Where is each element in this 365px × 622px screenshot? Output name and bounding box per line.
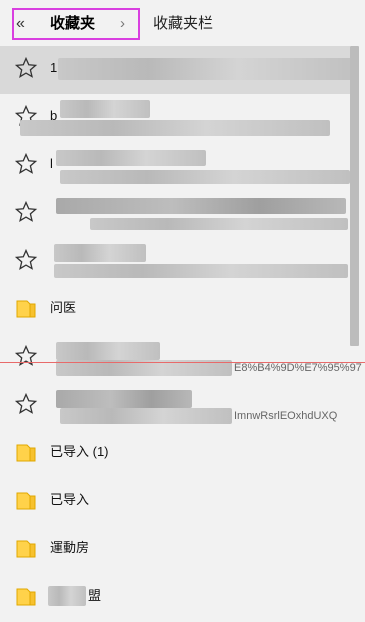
- redacted-text: [20, 120, 330, 136]
- favorites-list: 1 b l 问医 E8%B4%9D%E7%95%97 ImnwRsrlEOxhd…: [0, 46, 365, 620]
- breadcrumb-favorites[interactable]: 收藏夹: [50, 14, 95, 34]
- folder-icon: [16, 444, 36, 462]
- favorite-url-tail: ImnwRsrlEOxhdUXQ: [234, 410, 338, 422]
- favorites-header: « 收藏夹 › 收藏夹栏: [0, 0, 365, 50]
- favorite-title: l: [50, 156, 53, 171]
- favorite-item[interactable]: [0, 190, 350, 238]
- redacted-text: [56, 390, 192, 408]
- folder-icon: [16, 300, 36, 318]
- divider-line: [0, 362, 365, 363]
- folder-name: 已导入: [50, 492, 90, 507]
- favorite-item[interactable]: ImnwRsrlEOxhdUXQ: [0, 382, 350, 430]
- redacted-text: [58, 58, 358, 80]
- redacted-text: [60, 170, 350, 184]
- favorite-url-tail: E8%B4%9D%E7%95%97: [234, 362, 362, 374]
- folder-icon: [16, 492, 36, 510]
- scrollbar[interactable]: [350, 46, 359, 346]
- folder-name: 问医: [50, 300, 77, 315]
- folder-name: 已导入 (1): [50, 444, 109, 459]
- favorite-folder[interactable]: 運動房: [0, 526, 350, 574]
- star-icon: [14, 248, 38, 270]
- star-icon: [14, 200, 38, 222]
- redacted-text: [56, 342, 160, 360]
- favorite-folder[interactable]: 盟: [0, 574, 350, 622]
- star-icon: [14, 56, 38, 78]
- folder-name: 盟: [88, 588, 102, 603]
- favorite-item[interactable]: b: [0, 94, 350, 142]
- redacted-text: [54, 244, 146, 262]
- favorite-folder[interactable]: 问医: [0, 286, 350, 334]
- folder-icon: [16, 588, 36, 606]
- star-icon: [14, 344, 38, 366]
- folder-icon: [16, 540, 36, 558]
- folder-name: 運動房: [50, 540, 90, 555]
- star-icon: [14, 152, 38, 174]
- favorite-item[interactable]: E8%B4%9D%E7%95%97: [0, 334, 362, 382]
- redacted-text: [60, 408, 232, 424]
- redacted-text: [56, 198, 346, 214]
- redacted-text: [60, 100, 150, 118]
- favorite-item[interactable]: l: [0, 142, 350, 190]
- breadcrumb-favorites-bar[interactable]: 收藏夹栏: [153, 14, 213, 34]
- favorite-title: 1: [50, 60, 58, 75]
- favorite-folder[interactable]: 已导入: [0, 478, 350, 526]
- redacted-text: [48, 586, 86, 606]
- favorite-folder[interactable]: 已导入 (1): [0, 430, 350, 478]
- favorite-item[interactable]: 1: [0, 46, 358, 94]
- chevron-right-icon: ›: [120, 15, 125, 32]
- back-icon[interactable]: «: [16, 14, 25, 34]
- star-icon: [14, 392, 38, 414]
- favorite-item[interactable]: [0, 238, 350, 286]
- redacted-text: [54, 264, 348, 278]
- redacted-text: [90, 218, 348, 230]
- redacted-text: [56, 150, 206, 166]
